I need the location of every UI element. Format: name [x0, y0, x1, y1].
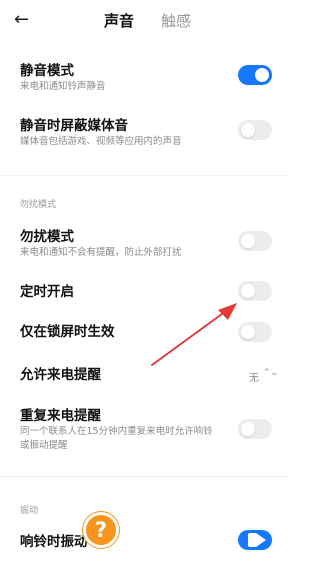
annotation-arrow-shaft	[151, 310, 227, 366]
annotation-arrow-head	[218, 303, 237, 320]
annotation-arrow-icon	[151, 303, 237, 366]
